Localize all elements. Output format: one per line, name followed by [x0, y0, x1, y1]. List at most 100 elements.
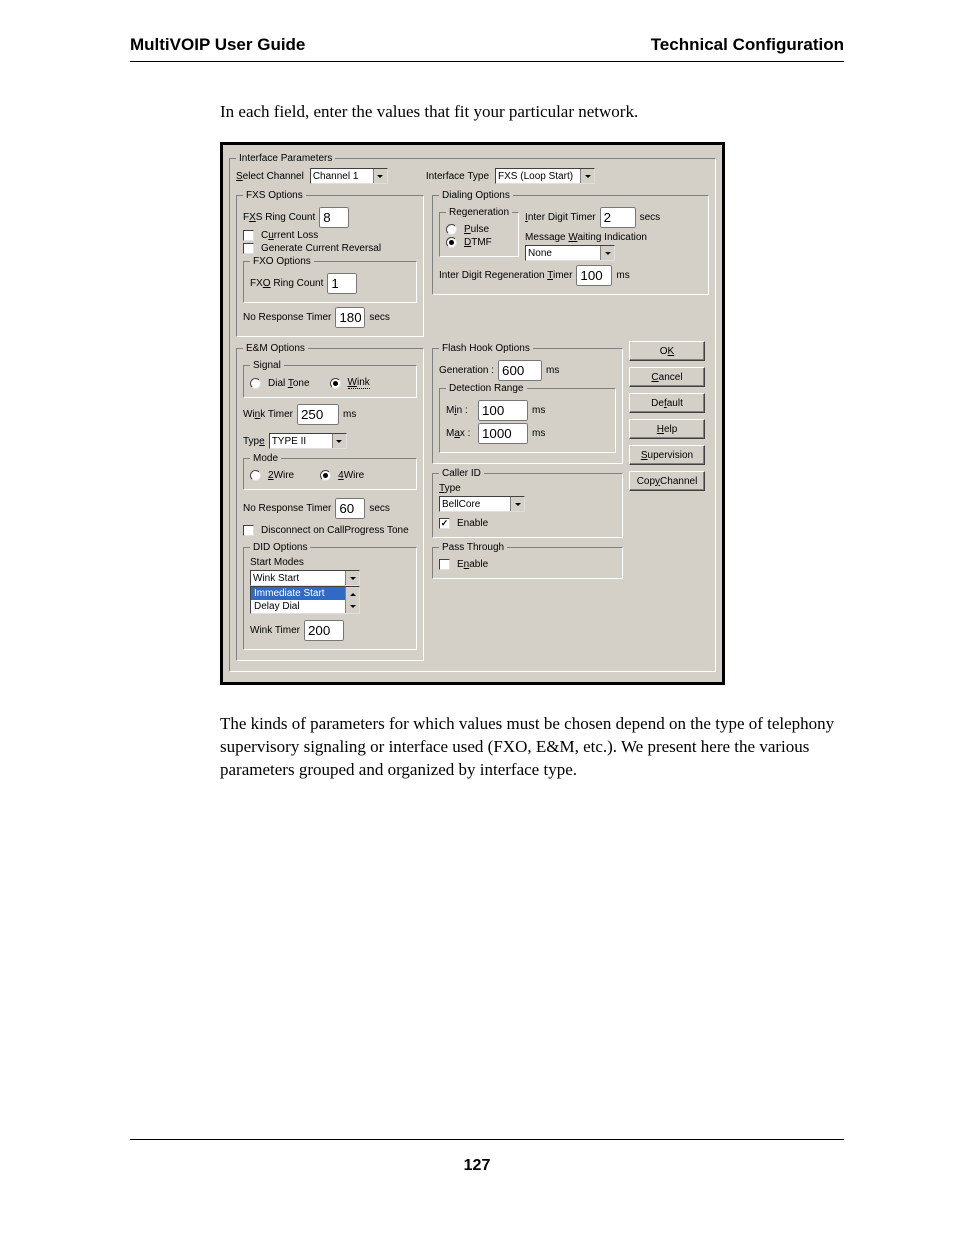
radio-icon	[446, 237, 457, 248]
did-start-mode-list[interactable]: Immediate Start Delay Dial	[250, 586, 360, 614]
em-wink-timer-unit: ms	[343, 409, 356, 420]
chevron-up-icon[interactable]	[346, 587, 359, 600]
fxs-no-response-label: No Response Timer	[243, 312, 331, 323]
regeneration-group: Regeneration Pulse DTMF	[439, 207, 519, 257]
max-input[interactable]	[478, 423, 528, 444]
chevron-down-icon	[345, 571, 359, 585]
pulse-radio[interactable]: Pulse	[446, 224, 512, 235]
chevron-down-icon[interactable]	[346, 600, 359, 613]
pass-through-enable-checkbox[interactable]: Enable	[439, 559, 616, 570]
inter-digit-timer-input[interactable]	[600, 207, 636, 228]
detection-range-legend: Detection Range	[446, 383, 527, 394]
body-text: The kinds of parameters for which values…	[220, 713, 844, 782]
idr-label: Inter Digit Regeneration Timer	[439, 270, 572, 281]
wink-label[interactable]: Wink	[348, 377, 370, 389]
four-wire-label[interactable]: 4Wire	[338, 470, 364, 481]
disconnect-label: Disconnect on CallProgress Tone	[261, 525, 409, 536]
idr-input[interactable]	[576, 265, 612, 286]
ok-button[interactable]: OK	[629, 341, 705, 361]
list-item[interactable]: Delay Dial	[251, 600, 359, 613]
did-options-legend: DID Options	[250, 542, 310, 553]
mode-group: Mode 2Wire 4Wire	[243, 453, 417, 490]
fxs-ring-count-label: FXS Ring Count	[243, 212, 315, 223]
did-start-mode-value: Wink Start	[253, 573, 299, 584]
did-start-mode-dropdown[interactable]: Wink Start	[250, 570, 360, 586]
select-channel-dropdown[interactable]: Channel 1	[310, 168, 388, 184]
caller-id-type-label: Type	[439, 483, 616, 494]
fxo-ring-count-input[interactable]	[327, 273, 357, 294]
help-button[interactable]: Help	[629, 419, 705, 439]
mwi-dropdown[interactable]: None	[525, 245, 615, 261]
inter-digit-timer-unit: secs	[640, 212, 661, 223]
interface-parameters-group: Interface Parameters Select Channel Chan…	[229, 153, 716, 672]
current-loss-label: Current Loss	[261, 230, 318, 241]
interface-parameters-legend: Interface Parameters	[236, 153, 335, 164]
header-right: Technical Configuration	[651, 35, 844, 55]
fxs-ring-count-input[interactable]	[319, 207, 349, 228]
did-wink-timer-input[interactable]	[304, 620, 344, 641]
flash-hook-group: Flash Hook Options Generation : ms Detec…	[432, 343, 623, 464]
flash-hook-legend: Flash Hook Options	[439, 343, 533, 354]
cancel-button[interactable]: Cancel	[629, 367, 705, 387]
em-no-response-input[interactable]	[335, 498, 365, 519]
chevron-down-icon	[332, 434, 346, 448]
signal-legend: Signal	[250, 360, 284, 371]
caller-id-type-value: BellCore	[442, 499, 480, 510]
em-type-value: TYPE II	[272, 436, 306, 447]
list-item[interactable]: Immediate Start	[251, 587, 359, 600]
min-unit: ms	[532, 405, 545, 416]
em-no-response-unit: secs	[369, 503, 390, 514]
em-no-response-label: No Response Timer	[243, 503, 331, 514]
generation-input[interactable]	[498, 360, 542, 381]
min-input[interactable]	[478, 400, 528, 421]
intro-text: In each field, enter the values that fit…	[220, 102, 844, 122]
fxo-options-group: FXO Options FXO Ring Count	[243, 256, 417, 303]
select-channel-value: Channel 1	[313, 171, 359, 182]
em-wink-timer-input[interactable]	[297, 404, 339, 425]
fxs-no-response-unit: secs	[369, 312, 390, 323]
pass-through-group: Pass Through Enable	[432, 542, 623, 579]
checkbox-icon	[243, 525, 254, 536]
header-left: MultiVOIP User Guide	[130, 35, 305, 55]
generate-current-reversal-checkbox[interactable]: Generate Current Reversal	[243, 243, 417, 254]
interface-type-dropdown[interactable]: FXS (Loop Start)	[495, 168, 595, 184]
did-options-group: DID Options Start Modes Wink Start Immed…	[243, 542, 417, 650]
dtmf-radio[interactable]: DTMF	[446, 237, 512, 248]
footer-rule	[130, 1139, 844, 1140]
fxo-ring-count-label: FXO Ring Count	[250, 278, 323, 289]
supervision-button[interactable]: Supervision	[629, 445, 705, 465]
fxs-options-group: FXS Options FXS Ring Count Current Loss …	[236, 190, 424, 337]
em-type-dropdown[interactable]: TYPE II	[269, 433, 347, 449]
mode-legend: Mode	[250, 453, 281, 464]
dialing-options-legend: Dialing Options	[439, 190, 513, 201]
generation-unit: ms	[546, 365, 559, 376]
generation-label: Generation :	[439, 365, 494, 376]
radio-icon	[330, 378, 341, 389]
caller-id-type-dropdown[interactable]: BellCore	[439, 496, 525, 512]
inter-digit-timer-label: Inter Digit Timer	[525, 212, 596, 223]
chevron-down-icon	[510, 497, 524, 511]
fxs-options-legend: FXS Options	[243, 190, 306, 201]
disconnect-checkbox[interactable]: Disconnect on CallProgress Tone	[243, 525, 417, 536]
mwi-label: Message Waiting Indication	[525, 232, 702, 243]
current-loss-checkbox[interactable]: Current Loss	[243, 230, 417, 241]
page-number: 127	[0, 1157, 954, 1175]
dtmf-label: DTMF	[464, 237, 492, 248]
caller-id-enable-checkbox[interactable]: Enable	[439, 518, 616, 529]
checkbox-icon	[439, 518, 450, 529]
em-options-group: E&M Options Signal Dial Tone Wink	[236, 343, 424, 661]
caller-id-legend: Caller ID	[439, 468, 484, 479]
em-type-label: Type	[243, 436, 265, 447]
copy-channel-button[interactable]: Copy Channel	[629, 471, 705, 491]
two-wire-label[interactable]: 2Wire	[268, 470, 294, 481]
em-wink-timer-label: Wink Timer	[243, 409, 293, 420]
fxs-no-response-input[interactable]	[335, 307, 365, 328]
chevron-down-icon	[580, 169, 594, 183]
interface-type-label: Interface Type	[426, 171, 489, 182]
mwi-value: None	[528, 248, 552, 259]
radio-icon	[250, 378, 261, 389]
caller-id-enable-label: Enable	[457, 518, 488, 529]
pulse-label: Pulse	[464, 224, 489, 235]
dial-tone-label[interactable]: Dial Tone	[268, 378, 310, 389]
default-button[interactable]: Default	[629, 393, 705, 413]
